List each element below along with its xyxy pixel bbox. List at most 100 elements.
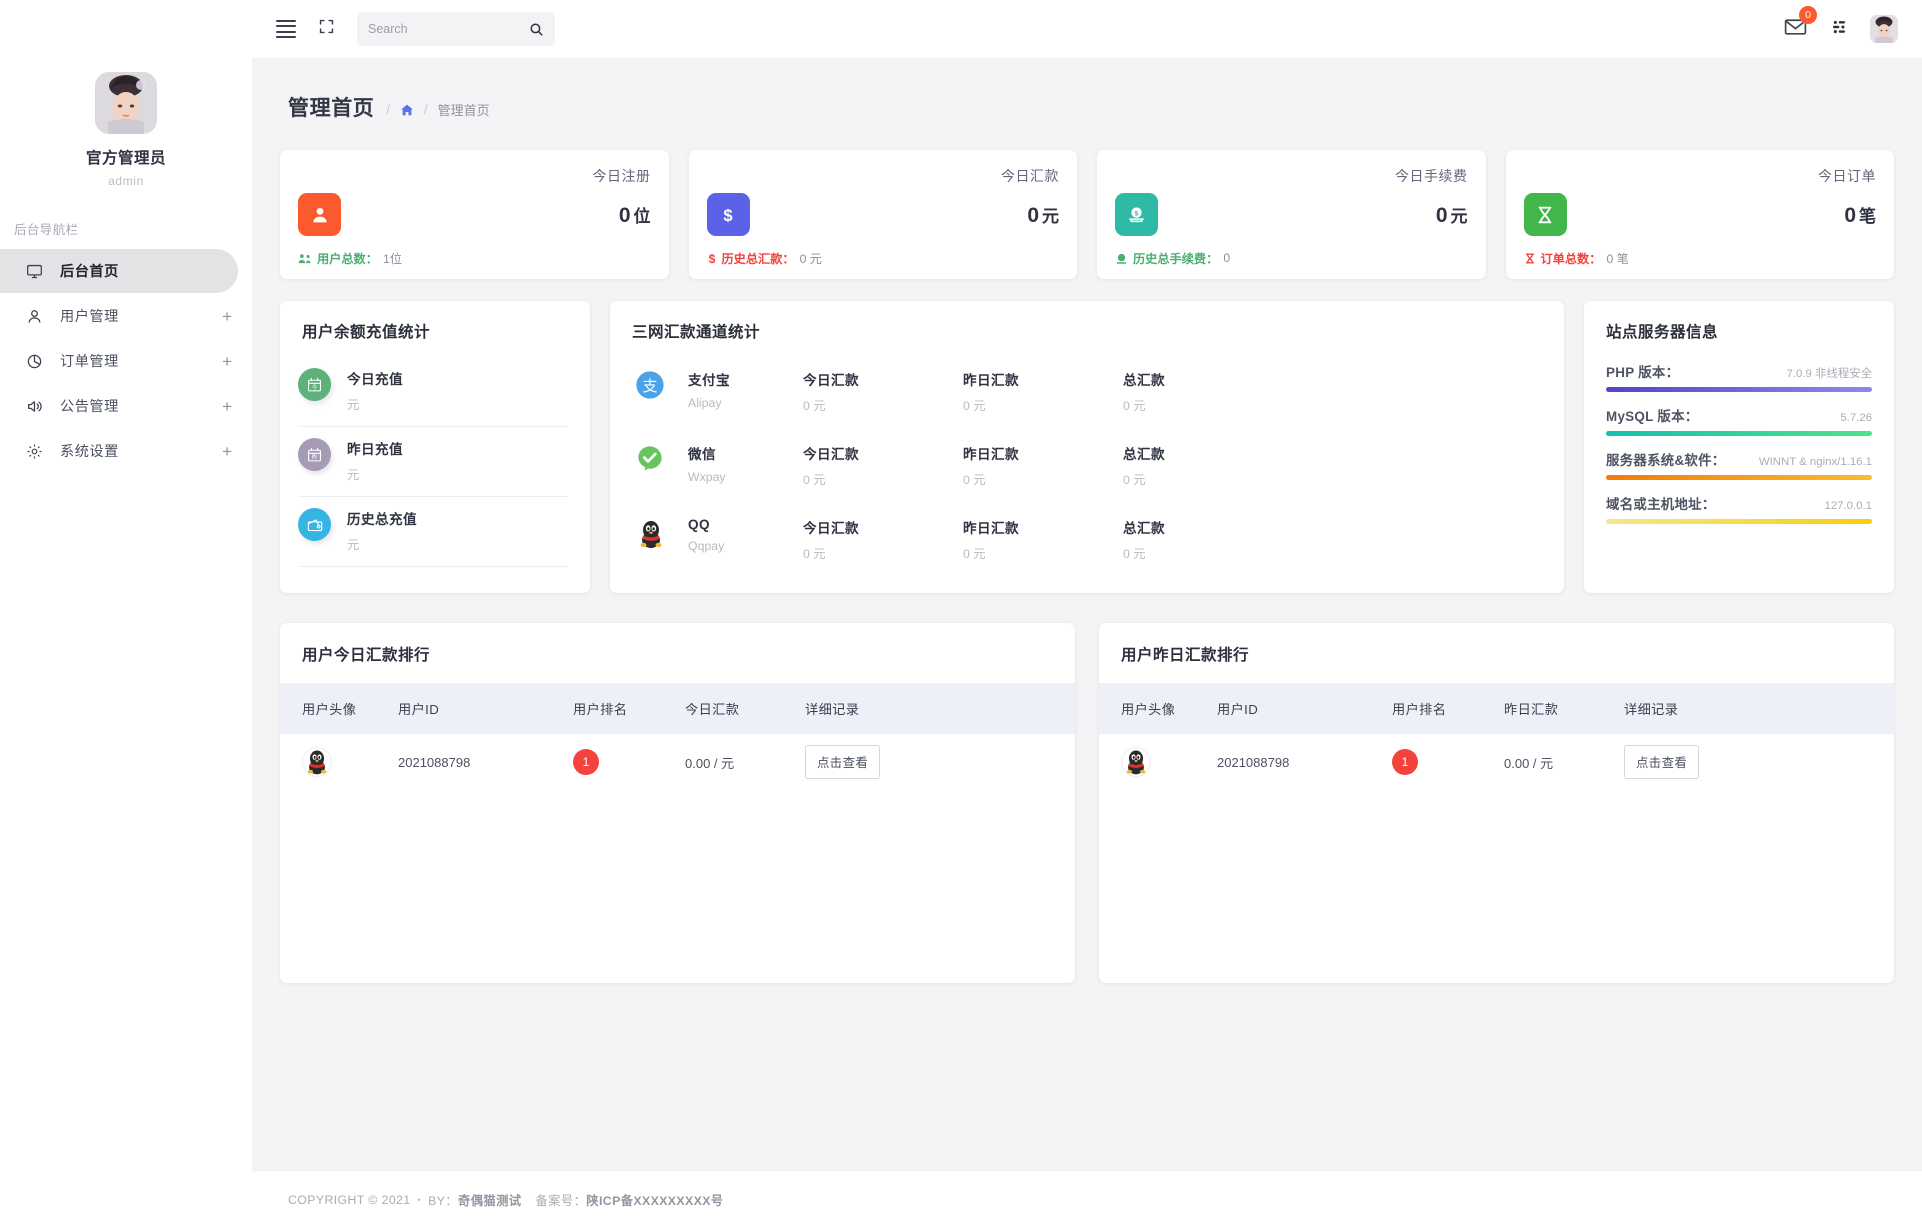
- list-item: PHP 版本： 7.0.9 非线程安全: [1606, 361, 1872, 392]
- main-area: 0: [252, 0, 1922, 1228]
- svg-text:今: 今: [312, 383, 318, 391]
- search-icon[interactable]: [529, 22, 544, 37]
- qq-penguin-avatar: [1121, 747, 1151, 777]
- user-avatar-image: [95, 72, 157, 134]
- card-title: 三网汇款通道统计: [632, 324, 761, 341]
- cell-amount: 0.00 / 元: [685, 755, 735, 771]
- list-item-text: 今日充值 元: [347, 368, 403, 413]
- channel-code: Wxpay: [688, 470, 726, 484]
- column-header: 详细记录: [797, 683, 1075, 734]
- stat-title: 今日注册: [592, 168, 651, 184]
- rank-yesterday-card: 用户昨日汇款排行 用户头像 用户ID 用户排名 昨日汇款 详细记录 202108…: [1099, 623, 1894, 983]
- hamburger-icon[interactable]: [276, 16, 296, 42]
- avatar[interactable]: [95, 72, 157, 134]
- info-key: MySQL 版本：: [1606, 409, 1699, 424]
- sidebar-item-users[interactable]: 用户管理 +: [0, 294, 252, 338]
- qq-penguin-avatar: [302, 747, 332, 777]
- wechat-pay-icon: [634, 443, 668, 477]
- envelope-icon[interactable]: 0: [1783, 6, 1817, 44]
- content-area: 管理首页 / / 管理首页 今日注册 0 位 用户总数： 1位 今日汇款 $ 0…: [252, 58, 1922, 1170]
- balance-list: 今 今日充值 元 昨 昨日充值 元 历史总充值 元: [280, 347, 590, 567]
- view-detail-button[interactable]: 点击查看: [1624, 745, 1700, 779]
- channel-stats-card: 三网汇款通道统计 支 支付宝 Alipay 今日汇款 0 元 昨日汇款 0 元 …: [610, 301, 1564, 593]
- hourglass-small-icon: [1524, 252, 1536, 265]
- expand-plus-icon[interactable]: +: [222, 443, 232, 460]
- list-item: 今 今日充值 元: [298, 357, 568, 427]
- sidebar-item-dashboard[interactable]: 后台首页: [0, 249, 238, 293]
- stat-title: 今日订单: [1818, 168, 1876, 184]
- card-title: 站点服务器信息: [1606, 324, 1719, 341]
- stat-footer: 历史总手续费： 0: [1115, 249, 1468, 267]
- breadcrumb-current[interactable]: 管理首页: [438, 100, 490, 119]
- list-item-label: 昨日充值: [347, 442, 403, 457]
- info-value: WINNT & nginx/1.16.1: [1758, 456, 1872, 468]
- stat-footer-value: 1位: [382, 252, 402, 266]
- stat-footer-value: 0: [1223, 251, 1231, 265]
- table-header-row: 用户头像 用户ID 用户排名 今日汇款 详细记录: [280, 683, 1075, 734]
- stat-cards: 今日注册 0位 用户总数： 1位 今日汇款 $ 0 元 $ 历史总汇款： 0 元…: [280, 150, 1894, 279]
- alipay-icon: 支: [634, 369, 668, 403]
- info-value: 127.0.0.1: [1824, 500, 1872, 512]
- column-value: 0 元: [803, 473, 826, 487]
- channel-today: 今日汇款 0 元: [803, 443, 963, 488]
- sidebar-profile: 官方管理员 admin: [0, 58, 252, 192]
- users-group-icon: [298, 252, 312, 265]
- calendar-yesterday-icon: 昨: [298, 438, 331, 471]
- stat-title: 今日汇款: [1001, 168, 1059, 184]
- cell-user-id: 2021088798: [1217, 754, 1290, 770]
- hourglass-icon: [1523, 193, 1567, 236]
- stat-footer-label: 历史总手续费：: [1133, 252, 1219, 266]
- stat-footer: 用户总数： 1位: [298, 249, 651, 267]
- sidebar-item-orders[interactable]: 订单管理 +: [0, 339, 252, 383]
- cell-action: 点击查看: [1616, 734, 1894, 790]
- stat-value: 0笔: [1844, 203, 1876, 227]
- column-label: 总汇款: [1123, 521, 1165, 536]
- column-label: 总汇款: [1123, 447, 1165, 462]
- column-label: 今日汇款: [803, 447, 859, 462]
- channel-yesterday: 昨日汇款 0 元: [963, 517, 1123, 562]
- stat-footer: $ 历史总汇款： 0 元: [707, 249, 1060, 267]
- list-item: 历史总充值 元: [298, 497, 568, 567]
- channel-today: 今日汇款 0 元: [803, 369, 963, 414]
- channel-list: 支 支付宝 Alipay 今日汇款 0 元 昨日汇款 0 元 总汇款 0 元 微…: [610, 347, 1564, 593]
- info-value: 5.7.26: [1840, 412, 1872, 424]
- topbar: 0: [252, 0, 1922, 58]
- column-header: 今日汇款: [677, 683, 797, 734]
- footer-by-value: 奇偶猫测试: [458, 1193, 522, 1208]
- list-item-value: 元: [347, 468, 360, 482]
- card-title: 用户余额充值统计: [302, 324, 431, 341]
- cell-avatar: [280, 734, 390, 790]
- sidebar-item-label: 系统设置: [60, 444, 119, 460]
- column-header: 用户头像: [280, 683, 390, 734]
- stat-footer-value: 0 笔: [1606, 252, 1629, 266]
- search-input[interactable]: [368, 22, 529, 36]
- home-icon[interactable]: [400, 103, 414, 117]
- column-label: 昨日汇款: [963, 447, 1019, 462]
- column-header: 用户ID: [1209, 683, 1384, 734]
- mid-row: 用户余额充值统计 今 今日充值 元 昨 昨日充值 元 历史总充值 元 三网汇款通…: [280, 301, 1894, 593]
- view-detail-button[interactable]: 点击查看: [805, 745, 881, 779]
- page-header: 管理首页 / / 管理首页: [252, 58, 1922, 122]
- apps-grid-icon[interactable]: [1828, 16, 1850, 43]
- expand-plus-icon[interactable]: +: [222, 308, 232, 325]
- stat-footer-label: 历史总汇款：: [721, 252, 795, 266]
- column-label: 今日汇款: [803, 373, 859, 388]
- search-box[interactable]: [357, 12, 555, 46]
- footer-icp-value: 陕ICP备XXXXXXXXX号: [586, 1193, 724, 1208]
- column-label: 昨日汇款: [963, 373, 1019, 388]
- expand-plus-icon[interactable]: +: [222, 398, 232, 415]
- svg-text:支: 支: [642, 378, 657, 395]
- expand-icon[interactable]: [318, 18, 335, 40]
- stat-value: 0元: [1027, 203, 1059, 227]
- column-header: 用户ID: [390, 683, 565, 734]
- status-badge: 0: [1799, 6, 1817, 24]
- sidebar-item-settings[interactable]: 系统设置 +: [0, 429, 252, 473]
- table-row: 2021088798 1 0.00 / 元 点击查看: [280, 734, 1075, 790]
- sidebar-item-label: 后台首页: [60, 264, 119, 280]
- user-avatar-image: [1870, 15, 1898, 43]
- expand-plus-icon[interactable]: +: [222, 353, 232, 370]
- sidebar-item-announcements[interactable]: 公告管理 +: [0, 384, 252, 428]
- wallet-icon: [298, 508, 331, 541]
- avatar[interactable]: [1870, 15, 1898, 43]
- pie-chart-icon: [26, 353, 48, 370]
